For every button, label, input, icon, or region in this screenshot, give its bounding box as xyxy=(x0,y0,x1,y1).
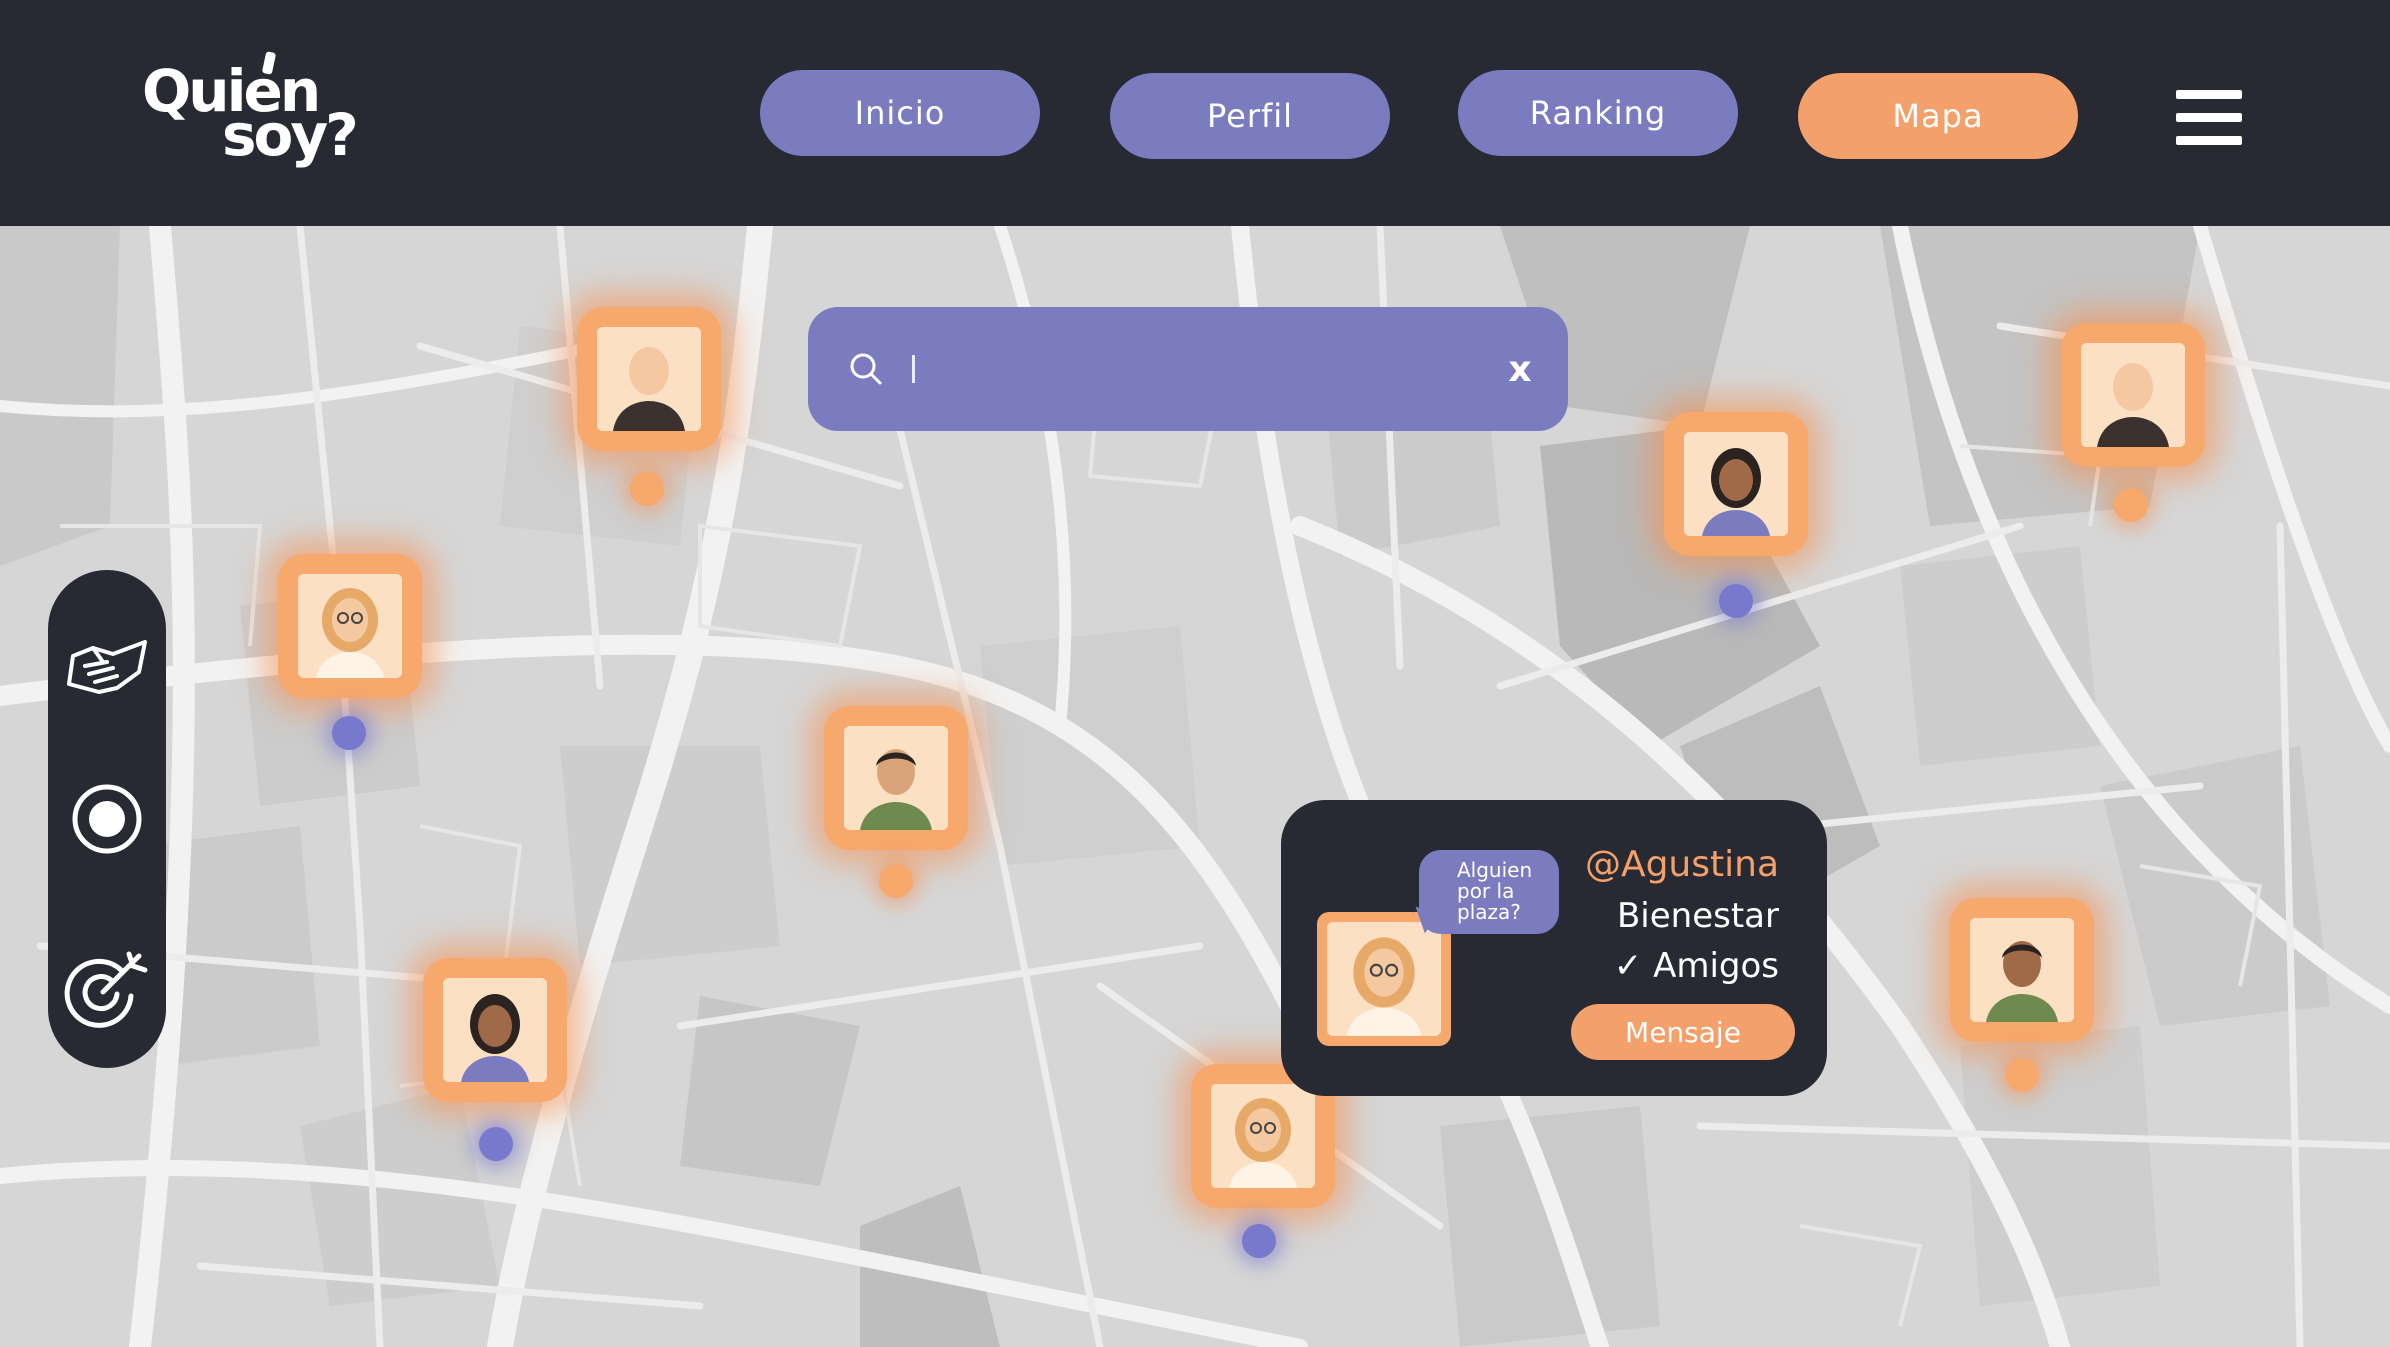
user-marker-man-green-shirt[interactable] xyxy=(824,706,968,850)
bubble-line: plaza? xyxy=(1457,900,1521,924)
avatar xyxy=(1211,1084,1315,1188)
nav-mapa-button[interactable]: Mapa xyxy=(1798,73,2078,159)
user-marker-man-bald[interactable] xyxy=(577,307,721,451)
avatar xyxy=(2081,343,2185,447)
location-pin-dot xyxy=(2005,1058,2039,1092)
bubble-line: Alguien xyxy=(1457,858,1533,882)
avatar xyxy=(1970,918,2074,1022)
message-button[interactable]: Mensaje xyxy=(1571,1004,1795,1060)
handshake-icon[interactable] xyxy=(63,622,151,710)
search-bar[interactable]: x xyxy=(808,307,1568,431)
location-pin-dot xyxy=(1719,584,1753,618)
user-marker-man-bald[interactable] xyxy=(2061,323,2205,467)
friend-status: ✓ Amigos xyxy=(1613,946,1779,986)
nav-inicio-button[interactable]: Inicio xyxy=(760,70,1040,156)
user-marker-man-green-shirt[interactable] xyxy=(1950,898,2094,1042)
dart-target-icon[interactable] xyxy=(63,944,151,1032)
bubble-line: por la xyxy=(1457,879,1515,903)
avatar xyxy=(443,978,547,1082)
location-pin-dot xyxy=(1242,1224,1276,1258)
location-pin-dot xyxy=(479,1127,513,1161)
search-icon[interactable] xyxy=(846,349,886,389)
avatar xyxy=(597,327,701,431)
user-marker-woman-glasses[interactable] xyxy=(278,554,422,698)
location-pin-dot xyxy=(332,716,366,750)
location-pin-dot xyxy=(630,472,664,506)
search-input[interactable] xyxy=(908,337,1472,403)
user-marker-woman-purple-shirt[interactable] xyxy=(1664,412,1808,556)
map-toolbar xyxy=(48,570,166,1068)
avatar xyxy=(844,726,948,830)
profile-username: @Agustina xyxy=(1584,844,1779,885)
location-pin-dot xyxy=(879,864,913,898)
logo-line-2: soy? xyxy=(222,101,359,169)
hamburger-menu-icon[interactable] xyxy=(2176,90,2242,146)
avatar xyxy=(1684,432,1788,536)
clear-search-button[interactable]: x xyxy=(1496,345,1544,393)
nav-ranking-button[interactable]: Ranking xyxy=(1458,70,1738,156)
app-logo[interactable]: Quien soy? xyxy=(142,51,372,172)
profile-category: Bienestar xyxy=(1616,896,1779,936)
location-pin-dot xyxy=(2114,488,2148,522)
profile-popup-card[interactable]: Alguien por la plaza? @Agustina Bienesta… xyxy=(1281,800,1827,1096)
nav-perfil-button[interactable]: Perfil xyxy=(1110,73,1390,159)
text-cursor xyxy=(912,355,915,383)
user-marker-woman-purple-shirt[interactable] xyxy=(423,958,567,1102)
location-target-icon[interactable] xyxy=(63,775,151,863)
status-speech-bubble: Alguien por la plaza? xyxy=(1419,850,1559,934)
top-header: Quien soy? Inicio Perfil Ranking Mapa xyxy=(0,0,2390,226)
avatar xyxy=(298,574,402,678)
